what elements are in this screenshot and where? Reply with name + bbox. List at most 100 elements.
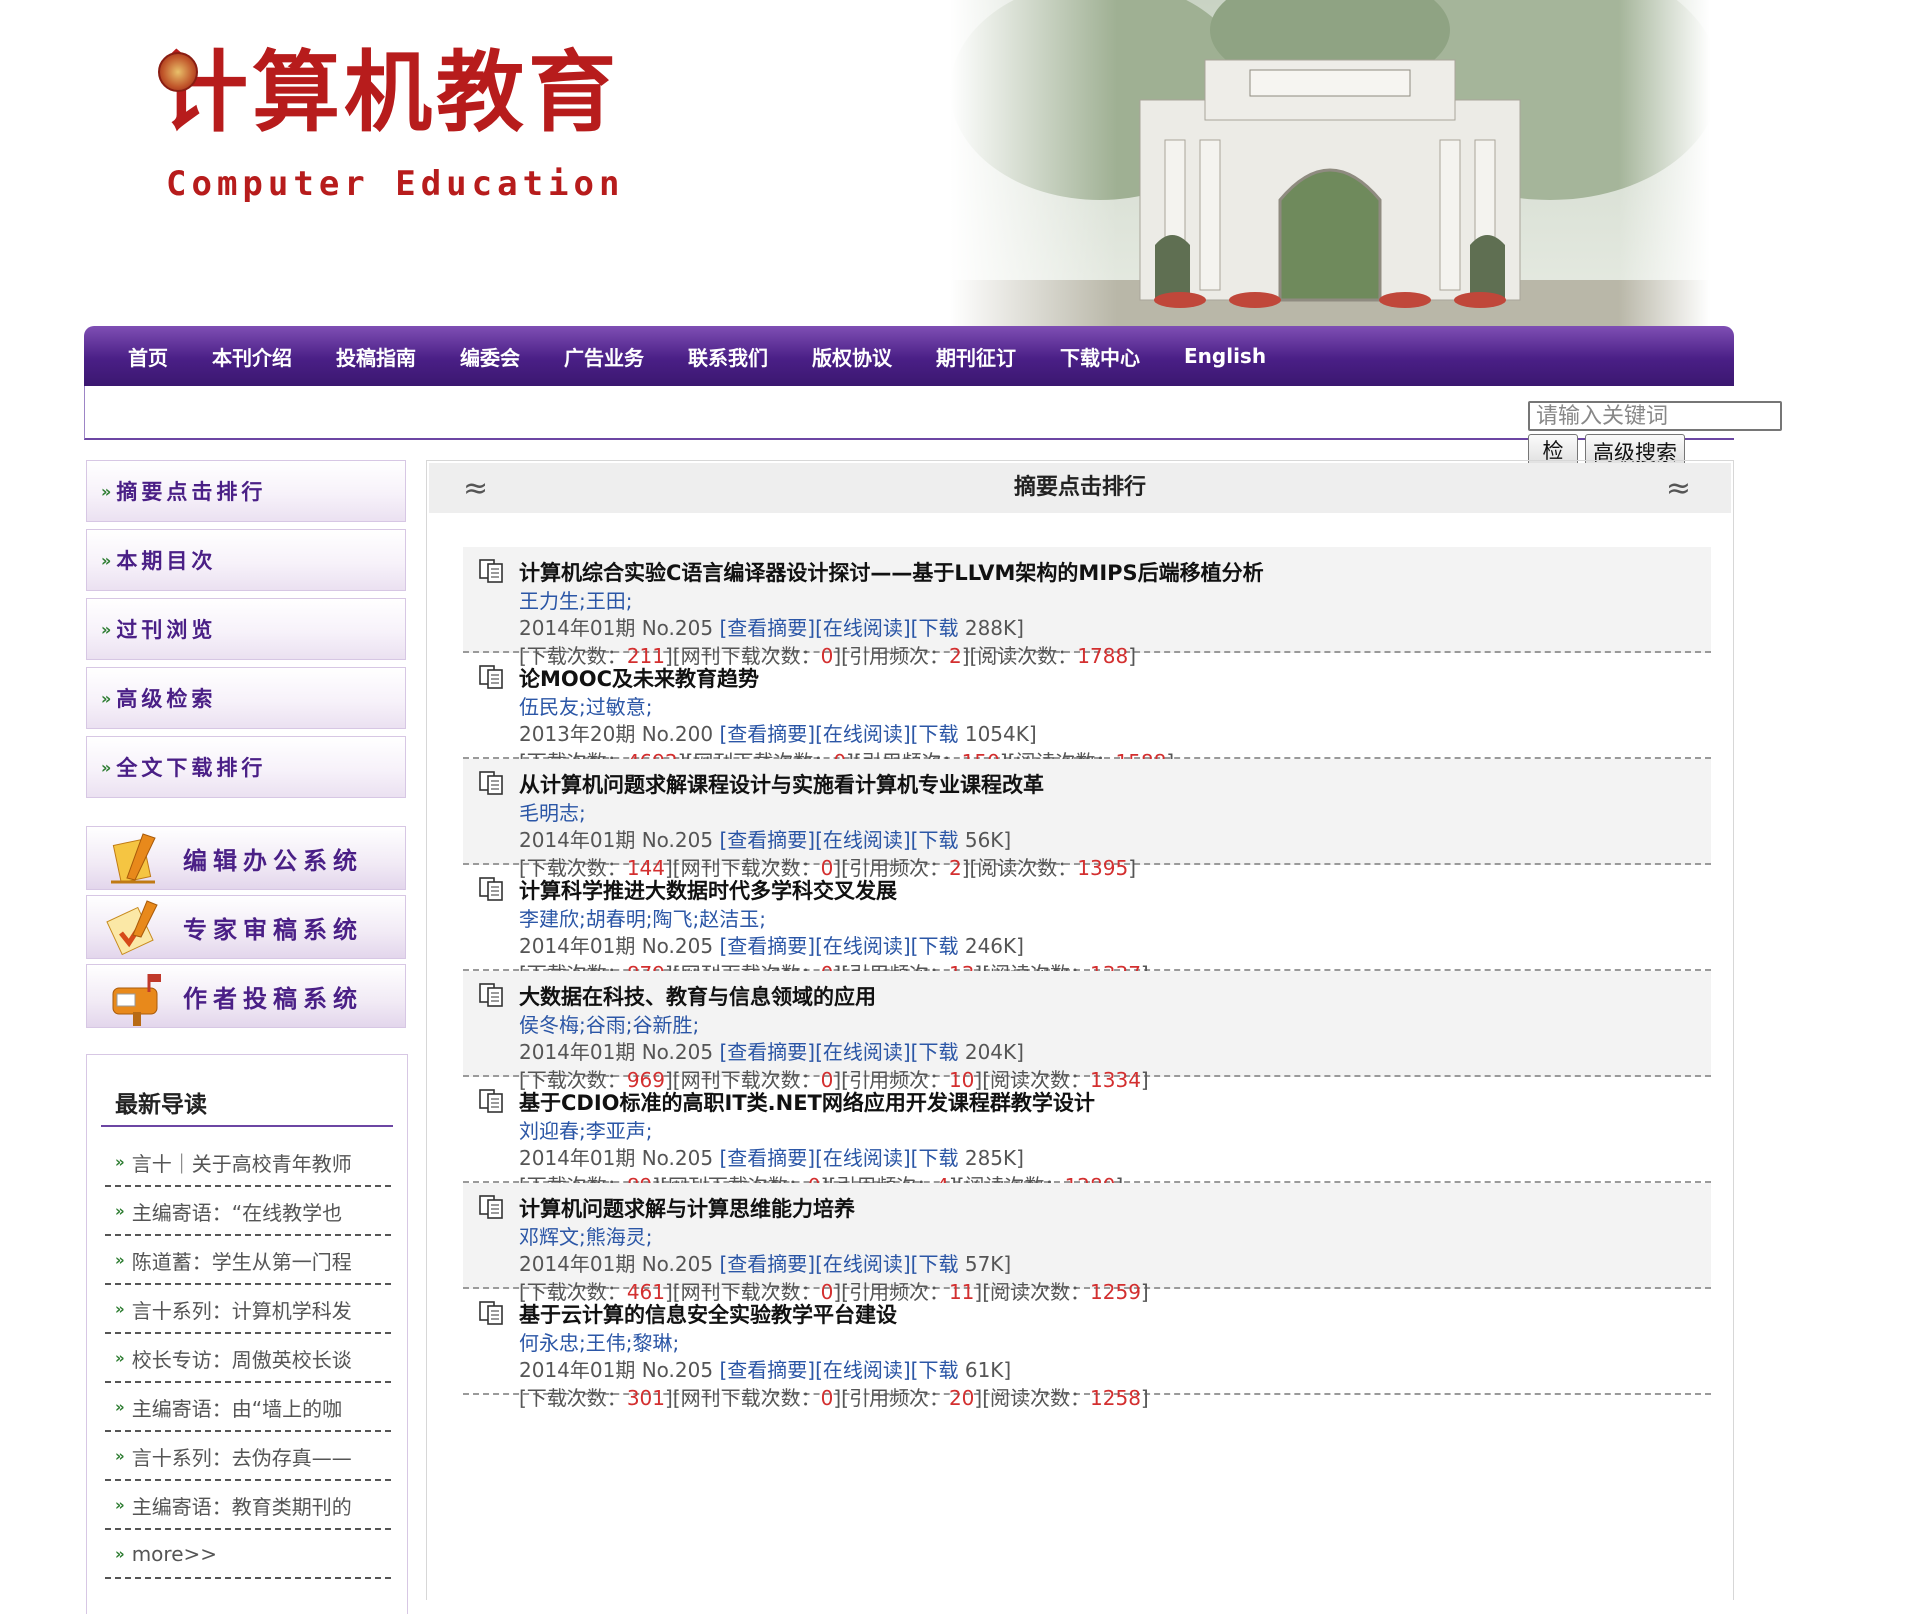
- article-title[interactable]: 计算机综合实验C语言编译器设计探讨——基于LLVM架构的MIPS后端移植分析: [519, 557, 1264, 587]
- nav-about[interactable]: 本刊介绍: [212, 342, 292, 371]
- double-arrow-icon: »: [101, 550, 111, 570]
- nav-english[interactable]: English: [1184, 344, 1266, 368]
- sidebar-item-past-issues[interactable]: » 过刊浏览: [86, 598, 406, 660]
- editor-office-system-button[interactable]: 编辑办公系统: [86, 826, 406, 890]
- view-abstract-link[interactable]: [查看摘要]: [719, 1146, 815, 1170]
- read-online-link[interactable]: [在线阅读]: [815, 934, 911, 958]
- article-authors[interactable]: 王力生;王田;: [519, 585, 632, 614]
- download-link[interactable]: [下载: [911, 722, 959, 746]
- view-abstract-link[interactable]: [查看摘要]: [719, 828, 815, 852]
- latest-item[interactable]: » 言十｜关于高校青年教师: [105, 1139, 391, 1187]
- read-online-link[interactable]: [在线阅读]: [815, 1252, 911, 1276]
- document-icon: [479, 1301, 503, 1325]
- article-title[interactable]: 基于云计算的信息安全实验教学平台建设: [519, 1299, 897, 1329]
- nav-advertising[interactable]: 广告业务: [564, 342, 644, 371]
- latest-item[interactable]: » 言十系列：计算机学科发: [105, 1286, 391, 1334]
- view-abstract-link[interactable]: [查看摘要]: [719, 616, 815, 640]
- nav-editorial-board[interactable]: 编委会: [460, 342, 520, 371]
- author-submission-system-button[interactable]: 作者投稿系统: [86, 964, 406, 1028]
- mailbox-icon: [112, 974, 161, 1026]
- article-title[interactable]: 论MOOC及未来教育趋势: [519, 663, 759, 693]
- logo-chinese: 计算机教育: [160, 40, 621, 144]
- double-arrow-icon: »: [115, 1153, 125, 1171]
- document-icon: [479, 665, 503, 689]
- latest-item[interactable]: » 主编寄语：由“墙上的咖: [105, 1384, 391, 1432]
- sidebar-item-advanced-search[interactable]: » 高级检索: [86, 667, 406, 729]
- download-link[interactable]: [下载: [911, 828, 959, 852]
- article-authors[interactable]: 李建欣;胡春明;陶飞;赵洁玉;: [519, 903, 766, 932]
- article-issue-line: 2014年01期 No.205 [查看摘要][在线阅读][下载 285K]: [519, 1142, 1024, 1171]
- article-item: 基于云计算的信息安全实验教学平台建设 何永忠;王伟;黎琳; 2014年01期 N…: [463, 1289, 1711, 1410]
- article-issue-line: 2014年01期 No.205 [查看摘要][在线阅读][下载 204K]: [519, 1036, 1024, 1065]
- nav-copyright[interactable]: 版权协议: [812, 342, 892, 371]
- issue-number: 2013年20期 No.200: [519, 722, 720, 746]
- reads-count: 1258: [1090, 1386, 1141, 1410]
- sidebar-item-label: 本期目次: [116, 549, 217, 573]
- sidebar-item-current-issue[interactable]: » 本期目次: [86, 529, 406, 591]
- view-abstract-link[interactable]: [查看摘要]: [719, 1040, 815, 1064]
- issue-number: 2014年01期 No.205: [519, 1040, 720, 1064]
- view-abstract-link[interactable]: [查看摘要]: [719, 722, 815, 746]
- nav-contact[interactable]: 联系我们: [688, 342, 768, 371]
- double-arrow-icon: »: [115, 1496, 125, 1514]
- read-online-link[interactable]: [在线阅读]: [815, 1146, 911, 1170]
- download-link[interactable]: [下载: [911, 1358, 959, 1382]
- article-item: 计算科学推进大数据时代多学科交叉发展 李建欣;胡春明;陶飞;赵洁玉; 2014年…: [463, 865, 1711, 986]
- article-title[interactable]: 大数据在科技、教育与信息领域的应用: [519, 981, 876, 1011]
- double-arrow-icon: »: [115, 1251, 125, 1269]
- expert-review-system-button[interactable]: 专家审稿系统: [86, 895, 406, 959]
- file-size: 57K]: [958, 1252, 1012, 1276]
- nav-subscription[interactable]: 期刊征订: [936, 342, 1016, 371]
- latest-item-label: 主编寄语：由“墙上的咖: [131, 1396, 343, 1421]
- latest-item[interactable]: » 主编寄语：“在线教学也: [105, 1188, 391, 1236]
- double-arrow-icon: »: [115, 1398, 125, 1416]
- nav-home[interactable]: 首页: [128, 342, 168, 371]
- article-title[interactable]: 计算科学推进大数据时代多学科交叉发展: [519, 875, 897, 905]
- sidebar-item-abstract-ranking[interactable]: » 摘要点击排行: [86, 460, 406, 522]
- article-authors[interactable]: 何永忠;王伟;黎琳;: [519, 1327, 679, 1356]
- download-link[interactable]: [下载: [911, 934, 959, 958]
- read-online-link[interactable]: [在线阅读]: [815, 1040, 911, 1064]
- download-link[interactable]: [下载: [911, 1040, 959, 1064]
- document-icon: [479, 559, 503, 583]
- sidebar-item-download-ranking[interactable]: » 全文下载排行: [86, 736, 406, 798]
- read-online-link[interactable]: [在线阅读]: [815, 828, 911, 852]
- article-authors[interactable]: 毛明志;: [519, 797, 586, 826]
- read-online-link[interactable]: [在线阅读]: [815, 616, 911, 640]
- nav-downloads[interactable]: 下载中心: [1060, 342, 1140, 371]
- article-title[interactable]: 从计算机问题求解课程设计与实施看计算机专业课程改革: [519, 769, 1044, 799]
- article-authors[interactable]: 刘迎春;李亚声;: [519, 1115, 652, 1144]
- view-abstract-link[interactable]: [查看摘要]: [719, 934, 815, 958]
- latest-item[interactable]: » 言十系列：去伪存真——: [105, 1433, 391, 1481]
- nav-submission-guide[interactable]: 投稿指南: [336, 342, 416, 371]
- article-title[interactable]: 基于CDIO标准的高职IT类.NET网络应用开发课程群教学设计: [519, 1087, 1095, 1117]
- issue-number: 2014年01期 No.205: [519, 934, 720, 958]
- document-icon: [479, 877, 503, 901]
- article-authors[interactable]: 伍民友;过敏意;: [519, 691, 652, 720]
- read-online-link[interactable]: [在线阅读]: [815, 722, 911, 746]
- document-icon: [479, 1089, 503, 1113]
- article-issue-line: 2014年01期 No.205 [查看摘要][在线阅读][下载 246K]: [519, 930, 1024, 959]
- review-check-icon: [106, 900, 158, 956]
- view-abstract-link[interactable]: [查看摘要]: [719, 1252, 815, 1276]
- article-authors[interactable]: 邓辉文;熊海灵;: [519, 1221, 652, 1250]
- sidebar-item-label: 摘要点击排行: [116, 480, 267, 504]
- download-link[interactable]: [下载: [911, 1146, 959, 1170]
- more-link[interactable]: » more>>: [105, 1531, 391, 1579]
- article-issue-line: 2014年01期 No.205 [查看摘要][在线阅读][下载 57K]: [519, 1248, 1011, 1277]
- article-authors[interactable]: 侯冬梅;谷雨;谷新胜;: [519, 1009, 699, 1038]
- article-issue-line: 2014年01期 No.205 [查看摘要][在线阅读][下载 288K]: [519, 612, 1024, 641]
- read-online-link[interactable]: [在线阅读]: [815, 1358, 911, 1382]
- search-input[interactable]: [1528, 401, 1782, 431]
- download-link[interactable]: [下载: [911, 616, 959, 640]
- article-title[interactable]: 计算机问题求解与计算思维能力培养: [519, 1193, 855, 1223]
- latest-item[interactable]: » 主编寄语：教育类期刊的: [105, 1482, 391, 1530]
- latest-item[interactable]: » 校长专访：周傲英校长谈: [105, 1335, 391, 1383]
- abstract-ranking-panel: ≈ 摘要点击排行 ≈ 计算机综合实验C语言编译器设计探讨——基于LLVM架构的M…: [426, 460, 1734, 1600]
- download-link[interactable]: [下载: [911, 1252, 959, 1276]
- latest-item-label: 主编寄语：教育类期刊的: [131, 1494, 352, 1519]
- latest-item[interactable]: » 陈道蓄：学生从第一门程: [105, 1237, 391, 1285]
- file-size: 61K]: [958, 1358, 1012, 1382]
- title-underline: [101, 1125, 393, 1127]
- view-abstract-link[interactable]: [查看摘要]: [719, 1358, 815, 1382]
